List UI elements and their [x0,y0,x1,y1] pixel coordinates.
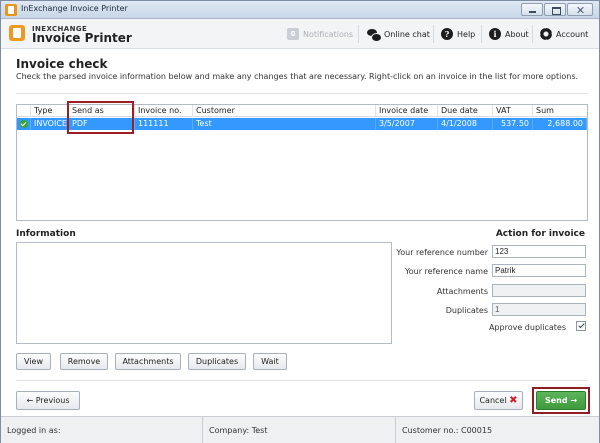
app-icon [5,4,17,16]
column-header-invoice-no[interactable]: Invoice no. [135,105,193,117]
send-highlight-frame [532,387,590,414]
column-header-vat[interactable]: VAT [493,105,533,117]
status-bar: Logged in as: Company: Test Customer no.… [1,416,599,443]
cell-sum: 2,688.00 [533,118,587,130]
header-divider [532,25,533,43]
notifications-button[interactable]: 0 Notifications [287,19,353,49]
account-label: Account [556,29,589,39]
divider [16,93,588,94]
logged-in-status: Logged in as: [1,417,203,443]
page-title: Invoice check [16,57,108,71]
close-x-icon: ✖ [509,395,518,406]
header-divider [481,25,482,43]
window-title: InExchange Invoice Printer [21,4,128,13]
help-label: Help [457,29,476,39]
close-icon[interactable] [567,3,593,16]
information-panel [16,242,392,344]
maximize-icon[interactable] [544,3,566,16]
header-divider [358,25,359,43]
arrow-left-icon: ← [26,396,34,405]
previous-label: Previous [35,396,70,405]
help-icon: ? [441,28,453,40]
title-bar: InExchange Invoice Printer [1,1,599,19]
remove-button[interactable]: Remove [60,353,108,370]
column-header-customer[interactable]: Customer [193,105,376,117]
about-label: About [505,29,529,39]
online-chat-button[interactable]: Online chat [367,19,430,49]
cell-customer: Test [193,118,376,130]
brand-logo-icon [9,25,25,41]
divider [16,380,588,381]
attachments-label: Attachments [436,287,488,296]
action-for-invoice-title: Action for invoice [495,229,585,239]
cell-vat: 537.50 [493,118,533,130]
previous-button[interactable]: ← Previous [16,391,80,410]
app-window: InExchange Invoice Printer INEXCHANGE In… [0,0,600,443]
brand-name: Invoice Printer [32,31,132,45]
duplicates-field [492,303,586,316]
view-button[interactable]: View [16,353,51,370]
your-reference-number-input[interactable] [492,245,586,258]
notifications-count: 0 [287,28,299,40]
your-reference-name-label: Your reference name [404,267,488,276]
cell-invoice-no: 111111 [135,118,193,130]
chat-icon [367,28,382,42]
cell-due-date: 4/1/2008 [438,118,493,130]
minimize-icon[interactable] [521,3,543,16]
column-header-type[interactable]: Type [31,105,69,117]
send-as-highlight-frame [67,101,134,134]
header-divider [433,25,434,43]
customer-no-status: Customer no.: C00015 [402,426,493,435]
online-chat-label: Online chat [384,29,430,39]
attachments-field [492,284,586,297]
cancel-button[interactable]: Cancel ✖ [474,391,523,410]
row-status-cell [17,118,31,130]
wait-button[interactable]: Wait [253,353,287,370]
duplicates-button[interactable]: Duplicates [188,353,246,370]
info-icon: i [489,28,501,40]
window-controls [521,3,593,16]
information-title: Information [16,229,76,239]
column-header-status[interactable] [17,105,31,117]
your-reference-name-input[interactable] [492,264,586,277]
duplicates-label: Duplicates [445,306,488,315]
approve-duplicates-checkbox[interactable] [576,321,586,331]
app-header: INEXCHANGE Invoice Printer 0 Notificatio… [1,19,599,49]
account-button[interactable]: Account [540,19,588,49]
approve-duplicates-label: Approve duplicates [488,323,566,332]
page-description: Check the parsed invoice information bel… [16,72,579,81]
column-header-due-date[interactable]: Due date [438,105,493,117]
cell-type: INVOICE [31,118,69,130]
column-header-sum[interactable]: Sum [533,105,587,117]
check-ok-icon [20,120,28,128]
cell-invoice-date: 3/5/2007 [376,118,438,130]
notifications-label: Notifications [303,29,354,39]
attachments-button[interactable]: Attachments [115,353,181,370]
column-header-invoice-date[interactable]: Invoice date [376,105,438,117]
gear-icon [540,28,552,40]
about-button[interactable]: i About [489,19,529,49]
your-reference-number-label: Your reference number [396,248,488,257]
help-button[interactable]: ? Help [441,19,475,49]
company-status: Company: Test [203,417,396,443]
cancel-label: Cancel [479,396,507,405]
